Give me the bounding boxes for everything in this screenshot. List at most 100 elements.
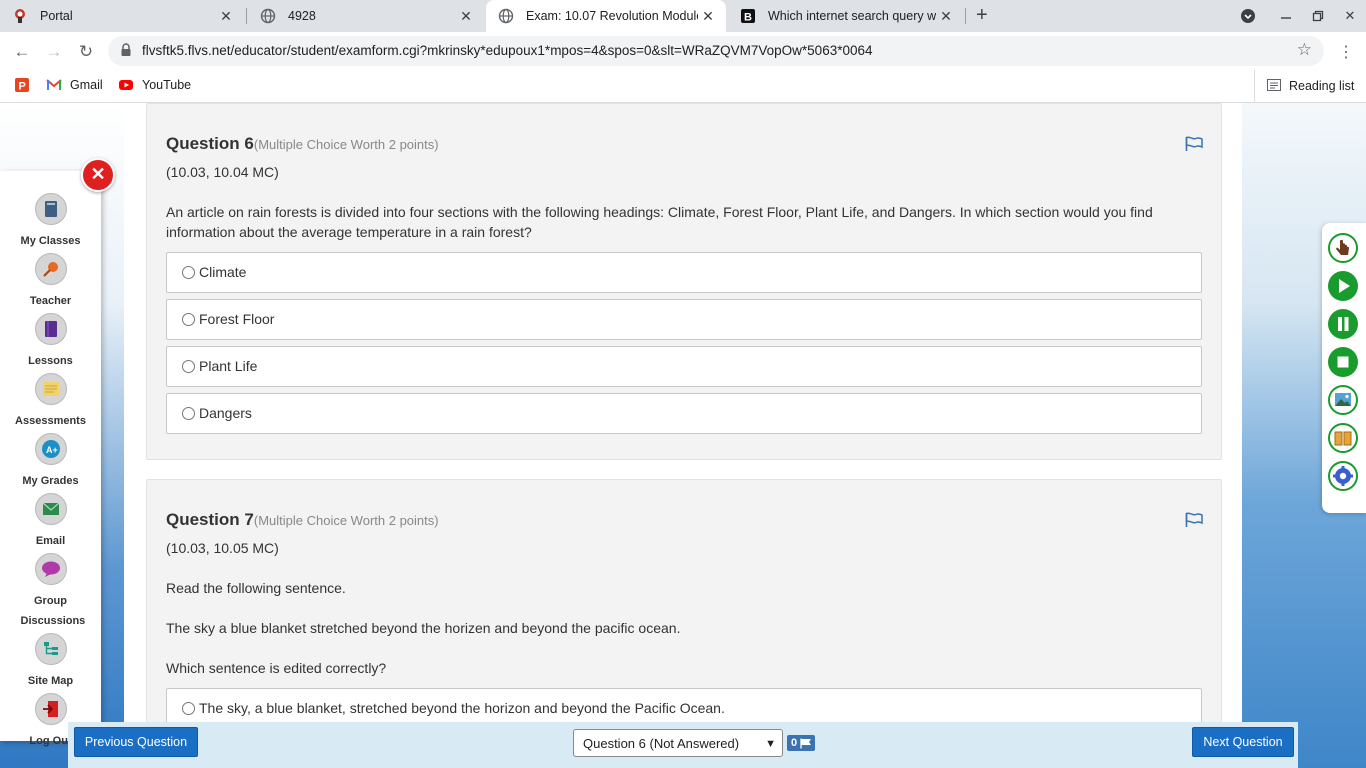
- reload-icon[interactable]: ↻: [76, 42, 96, 62]
- standards-code: (10.03, 10.05 MC): [166, 540, 279, 556]
- question-title: Question 7(Multiple Choice Worth 2 point…: [166, 510, 439, 529]
- previous-question-button[interactable]: Previous Question: [74, 727, 198, 757]
- answer-option[interactable]: Climate: [166, 252, 1202, 293]
- standards-code: (10.03, 10.04 MC): [166, 164, 279, 180]
- grades-icon: A+: [34, 433, 67, 465]
- tab-separator: [246, 8, 247, 24]
- sidebar-item-group-discussions[interactable]: Group Discussions: [0, 553, 101, 631]
- pinterest-icon: P: [14, 77, 30, 93]
- radio-button[interactable]: [182, 313, 195, 326]
- question-worth: (Multiple Choice Worth 2 points): [253, 513, 439, 528]
- radio-button[interactable]: [182, 266, 195, 279]
- restore-icon[interactable]: [1302, 0, 1334, 32]
- sidebar-item-label: Email: [35, 535, 66, 547]
- flag-icon[interactable]: [1185, 512, 1203, 528]
- close-sidebar-button[interactable]: ✕: [81, 158, 115, 192]
- sidebar-item-email[interactable]: Email: [0, 493, 101, 551]
- answer-option[interactable]: Plant Life: [166, 346, 1202, 387]
- flag-icon: [800, 738, 811, 748]
- notes-icon: [34, 373, 67, 405]
- book-icon: [34, 193, 67, 225]
- pushpin-icon: [34, 253, 67, 285]
- question-title: Question 6(Multiple Choice Worth 2 point…: [166, 134, 439, 153]
- radio-button[interactable]: [182, 407, 195, 420]
- sidebar-item-label: Lessons: [28, 355, 73, 367]
- sidebar-item-teacher[interactable]: Teacher: [0, 253, 101, 311]
- stop-icon[interactable]: [1328, 347, 1358, 377]
- minimize-icon[interactable]: [1270, 0, 1302, 32]
- tab-4928[interactable]: 4928 ✕: [248, 0, 484, 32]
- next-question-button[interactable]: Next Question: [1192, 727, 1294, 757]
- option-label: Climate: [199, 264, 247, 280]
- sidebar-item-label: Group Discussions: [20, 595, 86, 627]
- radio-button[interactable]: [182, 702, 195, 715]
- sidebar-item-label: Site Map: [27, 675, 74, 687]
- globe-icon: [260, 8, 276, 24]
- chevron-down-icon: ▼: [765, 738, 776, 750]
- option-label: Forest Floor: [199, 311, 275, 327]
- close-tab-icon[interactable]: ✕: [698, 8, 718, 25]
- close-tab-icon[interactable]: ✕: [216, 8, 236, 25]
- tab-portal[interactable]: Portal ✕: [0, 0, 244, 32]
- tab-search-icon[interactable]: [1232, 0, 1264, 32]
- settings-gear-icon[interactable]: [1328, 461, 1358, 491]
- flag-icon[interactable]: [1185, 136, 1203, 152]
- dictionary-icon[interactable]: [1328, 423, 1358, 453]
- sidebar-item-my-grades[interactable]: A+ My Grades: [0, 433, 101, 491]
- question-select[interactable]: Question 6 (Not Answered) ▼: [573, 729, 783, 757]
- close-tab-icon[interactable]: ✕: [456, 8, 476, 25]
- bookmarks-bar: [0, 70, 1366, 103]
- question-sentence: The sky a blue blanket stretched beyond …: [166, 620, 681, 636]
- sidebar-item-label: Assessments: [15, 415, 86, 427]
- lock-icon[interactable]: [120, 43, 132, 57]
- bookmark-label: Gmail: [70, 78, 103, 92]
- option-label: Dangers: [199, 405, 252, 421]
- envelope-icon: [34, 493, 67, 525]
- sidebar-menu: My Classes Teacher Lessons Assessments A…: [0, 171, 101, 747]
- close-tab-icon[interactable]: ✕: [936, 8, 956, 25]
- answer-option[interactable]: Dangers: [166, 393, 1202, 434]
- reading-list-label: Reading list: [1289, 79, 1355, 93]
- logout-icon: [34, 693, 67, 725]
- picture-icon[interactable]: [1328, 385, 1358, 415]
- notebook-icon: [34, 313, 67, 345]
- page-content: Question 6(Multiple Choice Worth 2 point…: [0, 103, 1366, 768]
- sidebar-item-site-map[interactable]: Site Map: [0, 633, 101, 691]
- svg-text:P: P: [19, 81, 26, 93]
- bookmark-youtube[interactable]: YouTube: [118, 77, 191, 93]
- bookmark-pinterest[interactable]: P: [14, 77, 38, 93]
- bookmark-gmail[interactable]: Gmail: [46, 77, 103, 93]
- sidebar-item-assessments[interactable]: Assessments: [0, 373, 101, 431]
- answer-option[interactable]: Forest Floor: [166, 299, 1202, 340]
- forward-icon[interactable]: →: [44, 42, 64, 62]
- tab-title: 4928: [288, 9, 316, 23]
- accessibility-toolbar: [1322, 223, 1366, 513]
- tab-separator: [965, 8, 966, 24]
- pointer-hand-icon[interactable]: [1328, 233, 1358, 263]
- play-icon[interactable]: [1328, 271, 1358, 301]
- tab-brainly[interactable]: B Which internet search query wou ✕: [728, 0, 964, 32]
- option-label: The sky, a blue blanket, stretched beyon…: [199, 700, 725, 716]
- tab-exam[interactable]: Exam: 10.07 Revolution Module ✕: [486, 0, 726, 32]
- back-icon[interactable]: ←: [12, 42, 32, 62]
- radio-button[interactable]: [182, 360, 195, 373]
- brainly-icon: B: [740, 8, 756, 24]
- flag-count: 0: [791, 737, 798, 749]
- question-select-value: Question 6 (Not Answered): [583, 736, 740, 751]
- question-6-card: Question 6(Multiple Choice Worth 2 point…: [146, 103, 1222, 460]
- svg-text:B: B: [744, 12, 752, 24]
- menu-icon[interactable]: ⋮: [1338, 42, 1354, 62]
- reading-list-icon: [1267, 78, 1281, 94]
- sidebar-item-my-classes[interactable]: My Classes: [0, 193, 101, 251]
- bookmark-star-icon[interactable]: ☆: [1297, 40, 1312, 60]
- reading-list-button[interactable]: Reading list: [1254, 70, 1354, 102]
- address-bar[interactable]: flvsftk5.flvs.net/educator/student/examf…: [108, 36, 1324, 66]
- sidebar-item-lessons[interactable]: Lessons: [0, 313, 101, 371]
- question-worth: (Multiple Choice Worth 2 points): [253, 137, 439, 152]
- tab-title: Exam: 10.07 Revolution Module: [526, 9, 698, 23]
- pause-icon[interactable]: [1328, 309, 1358, 339]
- new-tab-icon[interactable]: +: [976, 4, 988, 27]
- flagged-count-badge[interactable]: 0: [787, 735, 815, 751]
- sidebar-item-label: Teacher: [29, 295, 72, 307]
- close-window-icon[interactable]: ✕: [1334, 0, 1366, 32]
